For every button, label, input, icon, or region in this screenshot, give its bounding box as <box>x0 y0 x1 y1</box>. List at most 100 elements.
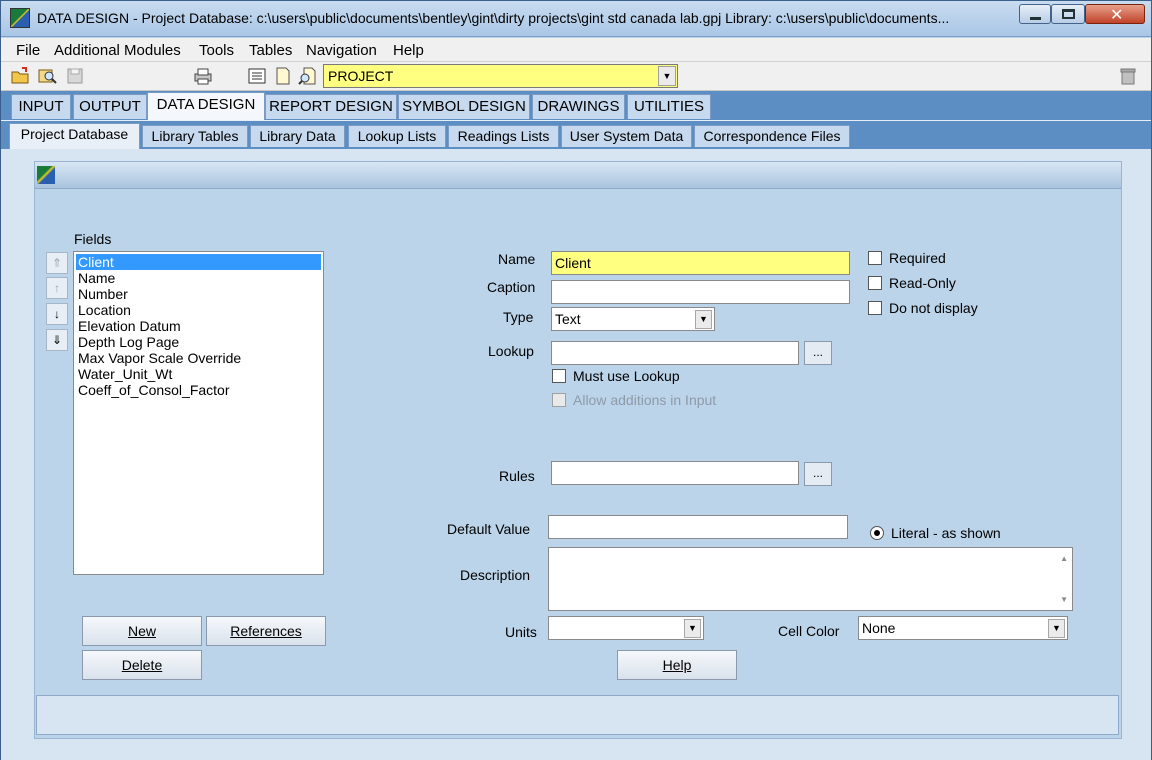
list-item[interactable]: Name <box>76 270 321 286</box>
list-item[interactable]: Coeff_of_Consol_Factor <box>76 382 321 398</box>
cell-color-value: None <box>862 620 896 636</box>
rules-browse-button[interactable]: ... <box>804 462 832 486</box>
scroll-up-icon[interactable]: ▲ <box>1060 554 1068 563</box>
allow-additions-label: Allow additions in Input <box>573 392 717 408</box>
close-button[interactable]: ✕ <box>1085 4 1145 24</box>
tab-symbol-design[interactable]: SYMBOL DESIGN <box>398 94 530 119</box>
description-label: Description <box>460 567 531 583</box>
tab-lookup-lists[interactable]: Lookup Lists <box>348 125 446 147</box>
tab-library-tables[interactable]: Library Tables <box>142 125 248 147</box>
literal-radio[interactable] <box>870 526 884 540</box>
name-label: Name <box>498 251 536 267</box>
move-top-icon[interactable]: ⇑ <box>46 252 68 274</box>
read-only-label: Read-Only <box>889 275 956 291</box>
menu-tools[interactable]: Tools <box>199 42 234 59</box>
list-item[interactable]: Client <box>76 254 321 270</box>
tab-project-database[interactable]: Project Database <box>9 123 140 149</box>
list-item[interactable]: Elevation Datum <box>76 318 321 334</box>
type-label: Type <box>503 309 534 325</box>
move-up-icon[interactable]: ↑ <box>46 277 68 299</box>
fields-label: Fields <box>74 231 112 247</box>
list-icon[interactable] <box>247 66 267 86</box>
allow-additions-checkbox[interactable] <box>552 393 566 407</box>
print-icon[interactable] <box>193 66 213 86</box>
description-field[interactable]: ▲ ▼ <box>548 547 1073 611</box>
scroll-down-icon[interactable]: ▼ <box>1060 595 1068 604</box>
name-field[interactable]: Client <box>551 251 850 275</box>
minimize-button[interactable] <box>1019 4 1051 24</box>
help-button[interactable]: Help <box>617 650 737 680</box>
delete-button[interactable]: Delete <box>82 650 202 680</box>
tab-user-system-data[interactable]: User System Data <box>561 125 692 147</box>
tab-input[interactable]: INPUT <box>11 94 71 119</box>
lookup-field[interactable] <box>551 341 799 365</box>
minimize-icon <box>1030 17 1041 20</box>
must-use-lookup-checkbox[interactable] <box>552 369 566 383</box>
menu-help[interactable]: Help <box>393 42 424 59</box>
find-document-icon[interactable] <box>298 66 318 86</box>
type-select-value: Text <box>555 311 581 327</box>
menu-navigation[interactable]: Navigation <box>306 42 377 59</box>
fields-list[interactable]: Client Name Number Location Elevation Da… <box>73 251 324 575</box>
cell-color-label: Cell Color <box>778 623 840 639</box>
search-icon[interactable] <box>38 66 58 86</box>
table-select-value: PROJECT <box>328 68 394 84</box>
type-select[interactable]: Text ▼ <box>551 307 715 331</box>
panel-logo-icon <box>37 166 55 184</box>
move-bottom-icon[interactable]: ⇓ <box>46 329 68 351</box>
lookup-label: Lookup <box>488 343 534 359</box>
menu-bar: File Additional Modules Tools Tables Nav… <box>1 38 1151 62</box>
literal-label: Literal - as shown <box>891 525 1001 541</box>
new-document-icon[interactable] <box>273 66 293 86</box>
window-title: DATA DESIGN - Project Database: c:\users… <box>37 10 950 26</box>
required-checkbox[interactable] <box>868 251 882 265</box>
rules-field[interactable] <box>551 461 799 485</box>
open-folder-icon[interactable] <box>11 66 31 86</box>
read-only-checkbox[interactable] <box>868 276 882 290</box>
tab-report-design[interactable]: REPORT DESIGN <box>265 94 397 119</box>
must-use-lookup-label: Must use Lookup <box>573 368 680 384</box>
list-item[interactable]: Location <box>76 302 321 318</box>
tab-utilities[interactable]: UTILITIES <box>627 94 711 119</box>
tab-correspondence-files[interactable]: Correspondence Files <box>694 125 850 147</box>
radio-selected-dot <box>874 530 880 536</box>
lookup-browse-button[interactable]: ... <box>804 341 832 365</box>
trash-icon[interactable] <box>1118 66 1138 86</box>
tab-output[interactable]: OUTPUT <box>73 94 147 119</box>
save-icon[interactable] <box>65 66 85 86</box>
sub-tab-strip: Project Database Library Tables Library … <box>1 120 1151 149</box>
default-value-label: Default Value <box>447 521 531 537</box>
caption-field[interactable] <box>551 280 850 304</box>
list-item[interactable]: Number <box>76 286 321 302</box>
menu-tables[interactable]: Tables <box>249 42 292 59</box>
app-window: DATA DESIGN - Project Database: c:\users… <box>0 0 1152 760</box>
tab-data-design[interactable]: DATA DESIGN <box>147 92 265 120</box>
units-select[interactable]: ▼ <box>548 616 704 640</box>
close-icon: ✕ <box>1110 5 1124 24</box>
title-bar[interactable]: DATA DESIGN - Project Database: c:\users… <box>1 1 1151 37</box>
default-value-field[interactable] <box>548 515 848 539</box>
new-button[interactable]: New <box>82 616 202 646</box>
menu-file[interactable]: File <box>16 42 40 59</box>
main-tab-strip: INPUT OUTPUT DATA DESIGN REPORT DESIGN S… <box>1 91 1151 120</box>
chevron-down-icon[interactable]: ▼ <box>658 66 676 86</box>
chevron-down-icon[interactable]: ▼ <box>695 310 712 329</box>
list-item[interactable]: Max Vapor Scale Override <box>76 350 321 366</box>
chevron-down-icon[interactable]: ▼ <box>1048 619 1065 638</box>
list-item[interactable]: Water_Unit_Wt <box>76 366 321 382</box>
do-not-display-checkbox[interactable] <box>868 301 882 315</box>
tab-readings-lists[interactable]: Readings Lists <box>448 125 559 147</box>
menu-additional-modules[interactable]: Additional Modules <box>54 42 181 59</box>
cell-color-select[interactable]: None ▼ <box>858 616 1068 640</box>
panel-header <box>35 162 1121 189</box>
references-button[interactable]: References <box>206 616 326 646</box>
list-item[interactable]: Depth Log Page <box>76 334 321 350</box>
tab-drawings[interactable]: DRAWINGS <box>532 94 625 119</box>
caption-label: Caption <box>487 279 536 295</box>
table-select[interactable]: PROJECT ▼ <box>323 64 678 88</box>
status-bar <box>36 695 1119 735</box>
move-down-icon[interactable]: ↓ <box>46 303 68 325</box>
tab-library-data[interactable]: Library Data <box>250 125 345 147</box>
chevron-down-icon[interactable]: ▼ <box>684 619 701 638</box>
maximize-button[interactable] <box>1051 4 1085 24</box>
